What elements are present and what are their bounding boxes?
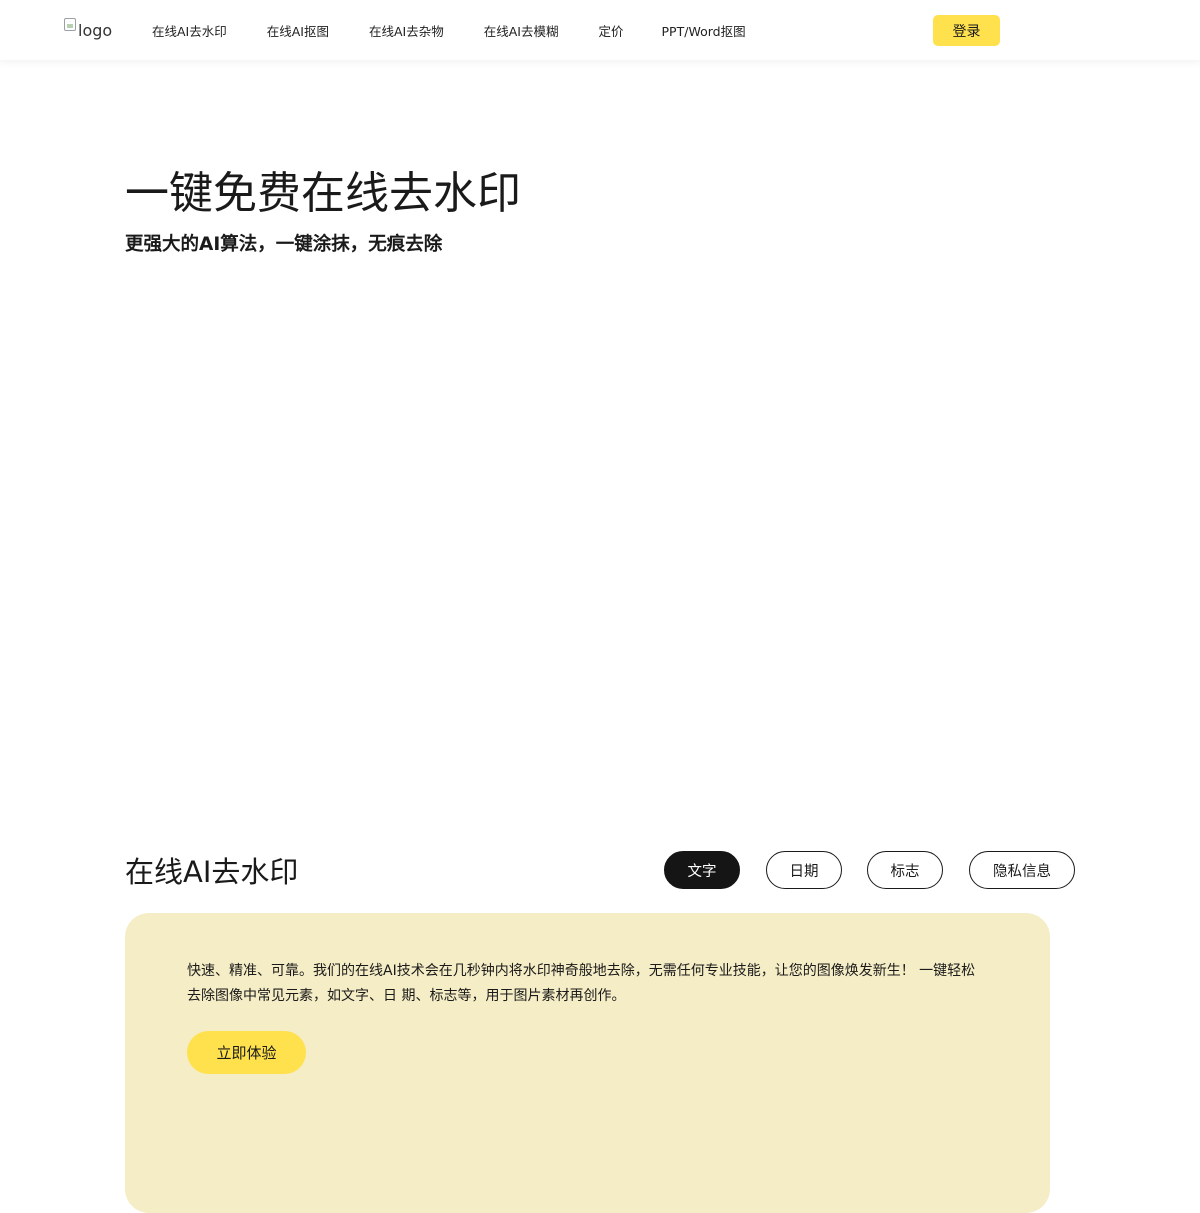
- nav-item-pricing[interactable]: 定价: [599, 21, 624, 40]
- nav-item-ai-cutout[interactable]: 在线AI抠图: [267, 21, 329, 40]
- feature-card: 快速、精准、可靠。我们的在线AI技术会在几秒钟内将水印神奇般地去除，无需任何专业…: [125, 913, 1050, 1213]
- nav-item-ai-object-removal[interactable]: 在线AI去杂物: [369, 21, 444, 40]
- tab-text[interactable]: 文字: [664, 851, 740, 889]
- tab-date[interactable]: 日期: [766, 851, 842, 889]
- broken-image-icon: [64, 17, 76, 31]
- logo[interactable]: logo: [64, 16, 112, 44]
- try-now-button[interactable]: 立即体验: [187, 1031, 306, 1074]
- nav-item-ppt-word-cutout[interactable]: PPT/Word抠图: [662, 21, 746, 40]
- tab-privacy-info[interactable]: 隐私信息: [969, 851, 1075, 889]
- hero-title: 一键免费在线去水印: [125, 168, 521, 219]
- nav-item-ai-deblur[interactable]: 在线AI去模糊: [484, 21, 559, 40]
- logo-alt-text: logo: [78, 20, 113, 40]
- tab-logo[interactable]: 标志: [867, 851, 943, 889]
- main-nav: 在线AI去水印 在线AI抠图 在线AI去杂物 在线AI去模糊 定价 PPT/Wo…: [152, 0, 786, 60]
- top-navbar: logo 在线AI去水印 在线AI抠图 在线AI去杂物 在线AI去模糊 定价 P…: [0, 0, 1200, 60]
- login-button[interactable]: 登录: [933, 15, 1000, 46]
- hero-subtitle: 更强大的AI算法，一键涂抹，无痕去除: [125, 234, 443, 255]
- feature-description: 快速、精准、可靠。我们的在线AI技术会在几秒钟内将水印神奇般地去除，无需任何专业…: [187, 963, 976, 1004]
- nav-item-ai-watermark-removal[interactable]: 在线AI去水印: [152, 21, 227, 40]
- section-title: 在线AI去水印: [125, 855, 299, 889]
